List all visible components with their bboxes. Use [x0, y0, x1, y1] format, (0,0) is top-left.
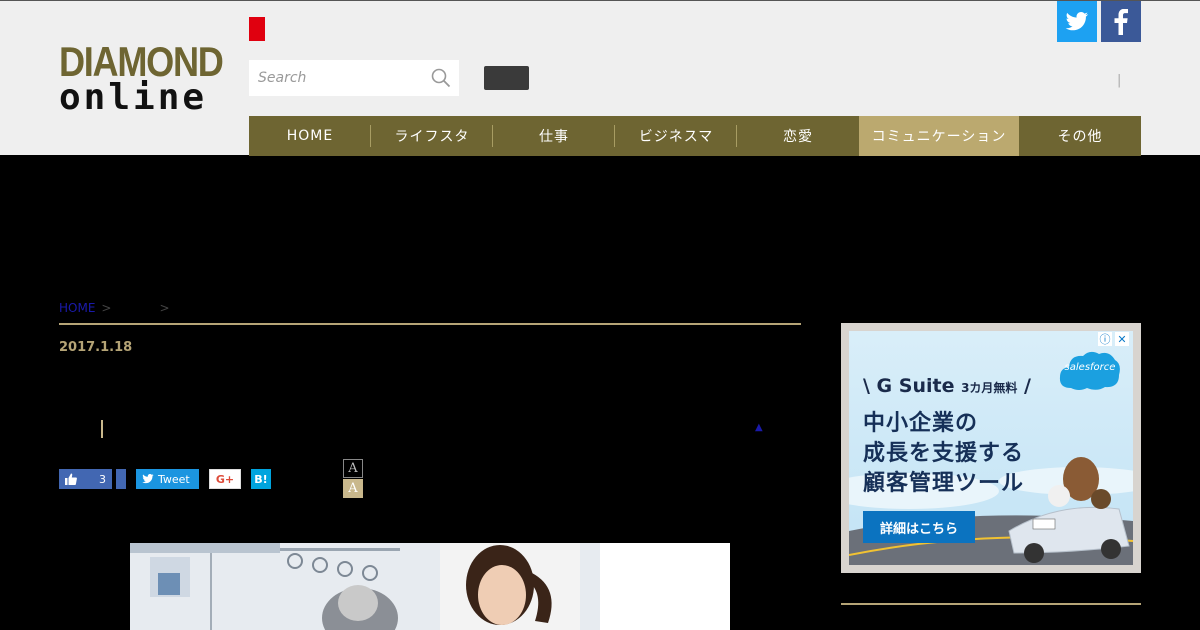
nav-label: コミュニケーション: [871, 129, 1007, 145]
article-date: 2017.1.18: [59, 340, 133, 355]
ad-choices[interactable]: ⓘ ✕: [1098, 332, 1129, 346]
nav-item-work[interactable]: 仕事: [493, 116, 615, 156]
ad-headline-prefix: \ G Suite: [863, 375, 962, 397]
ad-info-icon[interactable]: ⓘ: [1098, 332, 1112, 346]
google-plus-icon: G+: [215, 472, 235, 486]
ad-copy-line: 顧客管理ツール: [863, 471, 1025, 496]
twitter-icon: [142, 474, 154, 484]
ad-close-icon[interactable]: ✕: [1115, 332, 1129, 346]
search-icon[interactable]: [431, 68, 451, 88]
nav-item-communication[interactable]: コミュニケーション: [859, 116, 1019, 156]
nav-label: HOME: [286, 128, 334, 144]
ad-headline: \ G Suite 3カ月無料 /: [863, 375, 1031, 397]
sidebar-ad[interactable]: ⓘ ✕ salesforce \ G Suite 3カ月無料 / 中小企業の 成…: [841, 323, 1141, 573]
site-header: DIAMOND online | HOME ライフスタ 仕事 ビジネスマ 恋愛 …: [0, 0, 1200, 156]
article-top-rule: [59, 323, 801, 325]
tweet-label: Tweet: [158, 472, 190, 486]
site-logo[interactable]: DIAMOND online: [59, 38, 224, 118]
breadcrumb: HOME > >: [59, 301, 176, 315]
google-plus-button[interactable]: G+: [209, 469, 241, 489]
title-marker: [101, 420, 103, 438]
search-submit-button[interactable]: [484, 66, 529, 90]
facebook-button[interactable]: [1101, 1, 1141, 42]
nav-label: 恋愛: [783, 129, 813, 145]
nav-item-business[interactable]: ビジネスマ: [615, 116, 737, 156]
facebook-share-button[interactable]: [116, 469, 126, 489]
logo-line-diamond: DIAMOND: [59, 38, 224, 85]
ad-copy-line: 中小企業の: [863, 411, 979, 436]
main-nav: HOME ライフスタ 仕事 ビジネスマ 恋愛 コミュニケーション その他: [249, 116, 1141, 156]
article-hero-image: [130, 543, 730, 630]
twitter-icon: [1065, 11, 1089, 30]
hatena-bookmark-button[interactable]: B!: [251, 469, 271, 489]
hatena-icon: B!: [254, 472, 268, 486]
header-separator: |: [1117, 73, 1122, 88]
breadcrumb-home-link[interactable]: HOME: [59, 301, 95, 315]
train-scene-illustration: [130, 543, 730, 630]
sidebar-rule: [841, 603, 1141, 605]
font-size-large-button[interactable]: A: [343, 479, 363, 498]
logo-line-online: online: [59, 77, 208, 118]
nav-label: ビジネスマ: [638, 129, 714, 145]
nav-item-love[interactable]: 恋愛: [737, 116, 859, 156]
nav-label: ライフスタ: [394, 129, 470, 145]
scroll-up-icon[interactable]: ▲: [755, 422, 763, 433]
facebook-like-button[interactable]: 3: [59, 469, 112, 489]
ad-creative[interactable]: ⓘ ✕ salesforce \ G Suite 3カ月無料 / 中小企業の 成…: [849, 331, 1133, 565]
ad-copy-line: 成長を支援する: [863, 441, 1025, 466]
salesforce-wordmark: salesforce: [1064, 362, 1116, 373]
breadcrumb-separator: >: [101, 301, 112, 315]
nav-item-home[interactable]: HOME: [249, 116, 371, 156]
ad-headline-offer: 3カ月無料: [961, 381, 1018, 395]
red-marker: [249, 17, 265, 41]
breadcrumb-separator: >: [159, 301, 170, 315]
ad-cta-button[interactable]: 詳細はこちら: [863, 511, 975, 543]
facebook-icon: [1114, 8, 1128, 35]
search-input[interactable]: [249, 60, 419, 96]
nav-label: 仕事: [539, 129, 569, 145]
tweet-button[interactable]: Tweet: [136, 469, 199, 489]
nav-item-lifestyle[interactable]: ライフスタ: [371, 116, 493, 156]
nav-label: その他: [1057, 129, 1103, 145]
ad-headline-suffix: /: [1017, 375, 1031, 397]
thumbs-up-icon: [65, 473, 77, 485]
font-size-small-button[interactable]: A: [343, 459, 363, 478]
search-box[interactable]: [249, 60, 459, 96]
like-count: 3: [99, 472, 106, 486]
nav-item-other[interactable]: その他: [1019, 116, 1141, 156]
twitter-button[interactable]: [1057, 1, 1097, 42]
